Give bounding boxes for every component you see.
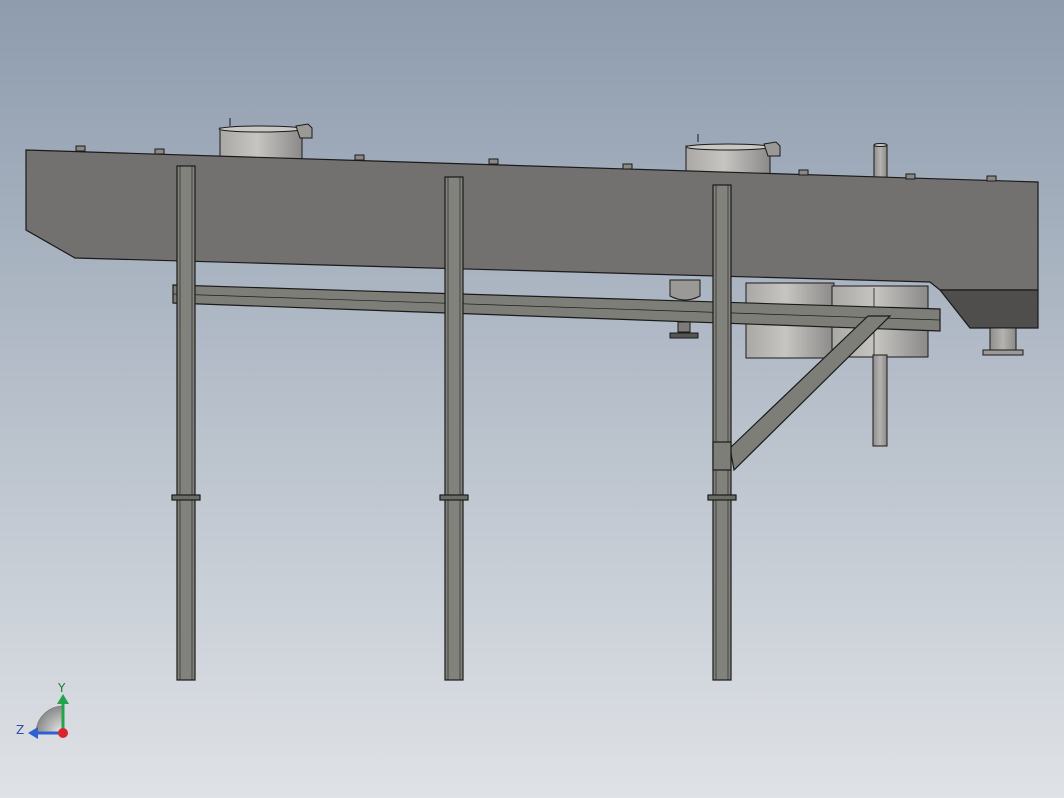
drain-pipe bbox=[872, 354, 888, 447]
y-axis-label: Y bbox=[57, 681, 66, 695]
x-axis-dot bbox=[58, 728, 68, 738]
cad-viewport[interactable]: Y Z bbox=[0, 0, 1064, 798]
model-view[interactable]: Y Z bbox=[0, 0, 1064, 798]
viewport-background bbox=[0, 0, 1064, 798]
z-axis-label: Z bbox=[16, 723, 24, 737]
